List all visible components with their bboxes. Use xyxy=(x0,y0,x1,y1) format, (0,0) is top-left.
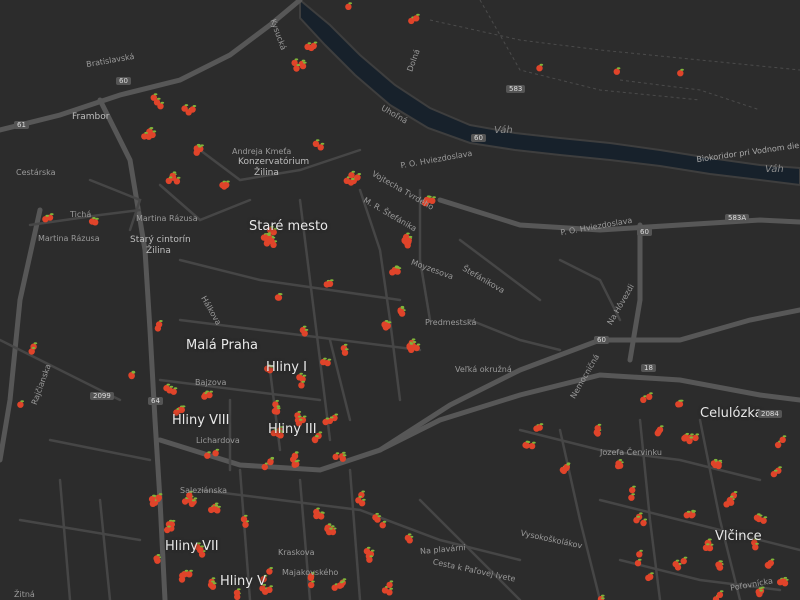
apple-icon[interactable] xyxy=(354,173,362,181)
apple-icon[interactable] xyxy=(164,525,171,534)
apple-icon[interactable] xyxy=(386,580,394,589)
place-label-zilina-2: Žilina xyxy=(146,246,171,256)
apple-icon[interactable] xyxy=(291,451,299,460)
apple-icon[interactable] xyxy=(613,67,621,75)
apple-icon[interactable] xyxy=(633,515,641,524)
district-label-celulozka: Celulózka xyxy=(700,406,763,421)
road-shield-60-c: 60 xyxy=(637,228,652,236)
place-label-zilina: Žilina xyxy=(254,168,279,178)
road-shield-18: 18 xyxy=(641,364,656,372)
district-label-hliny-v: Hliny V xyxy=(220,574,266,589)
street-label: Saleziánska xyxy=(180,486,228,495)
road-shield-2084: 2084 xyxy=(758,410,782,418)
place-label-cintorin: Starý cintorín xyxy=(130,235,191,245)
apple-icon[interactable] xyxy=(266,585,274,593)
apple-icon[interactable] xyxy=(680,556,688,565)
street-label: Žitná xyxy=(14,590,35,599)
apple-icon[interactable] xyxy=(767,558,775,567)
street-label: Veľká okružná xyxy=(455,365,512,374)
apple-icon[interactable] xyxy=(17,400,25,408)
apple-icon[interactable] xyxy=(42,214,49,223)
street-label: Jozefa Červinku xyxy=(600,448,662,457)
district-label-hliny-iii: Hliny III xyxy=(268,422,317,437)
apple-icon[interactable] xyxy=(640,395,647,403)
apple-icon[interactable] xyxy=(178,405,186,414)
apple-icon[interactable] xyxy=(28,347,36,355)
street-label: Andreja Kmeťa xyxy=(232,147,292,156)
apple-icon[interactable] xyxy=(656,425,664,433)
apple-icon[interactable] xyxy=(155,320,163,328)
marker-layer xyxy=(17,2,789,600)
street-label: Tichá xyxy=(70,210,92,219)
apple-icon[interactable] xyxy=(536,63,544,72)
district-label-mala-praha: Malá Praha xyxy=(186,338,259,353)
apple-icon[interactable] xyxy=(212,448,220,457)
road-shield-583a: 583A xyxy=(725,214,750,222)
apple-icon[interactable] xyxy=(640,518,648,527)
street-label: Martina Rázusa xyxy=(38,234,100,243)
apple-icon[interactable] xyxy=(770,469,778,478)
street-label: Cestárska xyxy=(16,168,56,177)
apple-icon[interactable] xyxy=(779,435,787,443)
apple-icon[interactable] xyxy=(677,68,684,77)
apple-icon[interactable] xyxy=(629,485,636,494)
district-label-vlcince: Vlčince xyxy=(715,529,762,544)
apple-icon[interactable] xyxy=(647,572,654,580)
apple-icon[interactable] xyxy=(204,451,211,459)
river-label-vah-1: Váh xyxy=(494,125,513,136)
river-label-vah-2: Váh xyxy=(765,164,784,175)
apple-icon[interactable] xyxy=(261,462,269,471)
apple-icon[interactable] xyxy=(308,580,315,589)
road-shield-583: 583 xyxy=(506,85,526,93)
street-label: Majakovského xyxy=(282,568,339,577)
apple-icon[interactable] xyxy=(165,176,173,185)
road-shield-2099: 2099 xyxy=(90,392,114,400)
apple-icon[interactable] xyxy=(628,493,635,501)
district-label-hliny-viii: Hliny VIII xyxy=(172,413,230,428)
road-shield-61: 61 xyxy=(14,121,29,129)
district-label-hliny-vii: Hliny VII xyxy=(165,539,219,554)
apple-icon[interactable] xyxy=(716,590,724,598)
apple-icon[interactable] xyxy=(528,441,536,450)
district-label-stare-mesto: Staré mesto xyxy=(249,219,328,234)
apple-icon[interactable] xyxy=(310,41,318,50)
apple-icon[interactable] xyxy=(634,558,642,567)
road-shield-64: 64 xyxy=(148,397,163,405)
apple-icon[interactable] xyxy=(379,520,387,529)
apple-icon[interactable] xyxy=(636,549,643,558)
apple-icon[interactable] xyxy=(266,567,274,575)
street-label: Kraskova xyxy=(278,548,315,557)
apple-icon[interactable] xyxy=(332,452,340,460)
apple-icon[interactable] xyxy=(563,463,570,472)
road-shield-60: 60 xyxy=(116,77,131,85)
road-shield-60-b: 60 xyxy=(471,134,486,142)
apple-icon[interactable] xyxy=(189,105,197,113)
place-label-konzervatorium: Konzervatórium xyxy=(238,157,310,167)
street-label: Predmestská xyxy=(425,318,477,327)
apple-icon[interactable] xyxy=(128,371,136,380)
apple-icon[interactable] xyxy=(155,493,163,501)
apple-icon[interactable] xyxy=(413,13,420,22)
road-shield-60-d: 60 xyxy=(594,336,609,344)
map-canvas[interactable]: Staré mesto Malá Praha Hliny I Hliny VII… xyxy=(0,0,800,600)
apple-icon[interactable] xyxy=(646,392,653,400)
apple-icon[interactable] xyxy=(181,497,189,505)
apple-icon[interactable] xyxy=(322,417,330,426)
street-label: Martina Rázusa xyxy=(136,214,198,223)
apple-icon[interactable] xyxy=(267,457,275,466)
apple-icon[interactable] xyxy=(298,380,306,389)
district-label-hliny-i: Hliny I xyxy=(266,360,307,375)
place-label-frambor: Frambor xyxy=(72,112,110,122)
street-label: Lichardova xyxy=(196,436,240,445)
street-label: Bajzova xyxy=(195,378,227,387)
apple-icon[interactable] xyxy=(345,2,353,10)
apple-icon[interactable] xyxy=(275,293,283,301)
